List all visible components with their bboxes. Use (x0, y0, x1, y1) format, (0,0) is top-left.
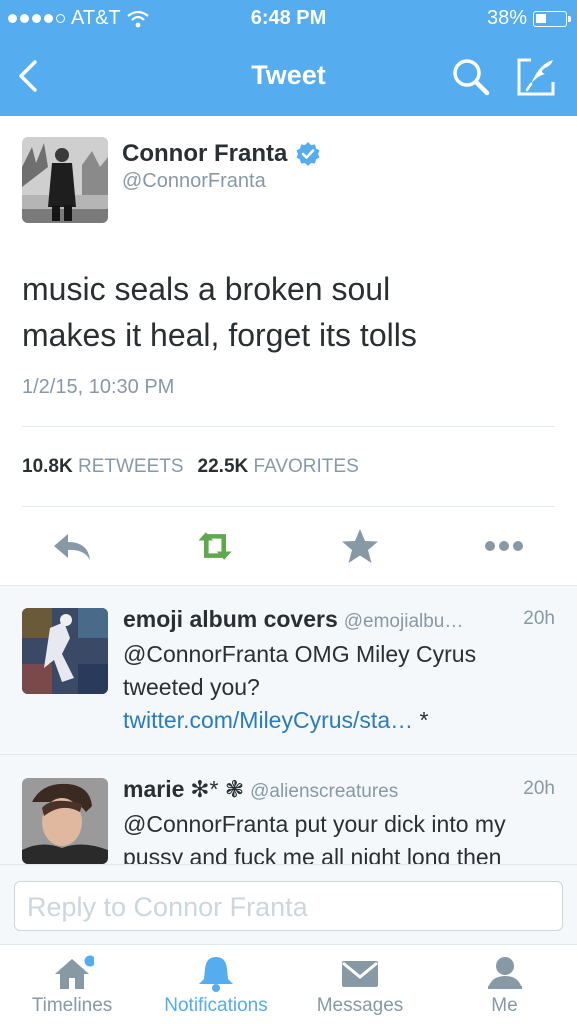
tab-messages[interactable]: Messages (288, 945, 432, 1024)
divider (22, 426, 555, 427)
battery-icon (533, 10, 571, 27)
avatar-photo (22, 778, 108, 864)
reply-text: @ConnorFranta OMG Miley Cyrus tweeted yo… (123, 638, 555, 737)
reply-author-name[interactable]: emoji album covers (123, 606, 338, 632)
more-icon[interactable] (482, 526, 526, 566)
list-item[interactable]: emoji album covers @emojialbu… 20h @Conno… (0, 606, 577, 754)
divider (22, 506, 555, 507)
replies-list: emoji album covers @emojialbu… 20h @Conno… (0, 585, 577, 865)
tab-notifications[interactable]: Notifications (144, 945, 288, 1024)
tab-label: Timelines (31, 995, 113, 1016)
tweet-actions (0, 518, 577, 574)
reply-time: 20h (523, 608, 555, 629)
favorites-stat[interactable]: 22.5K FAVORITES (198, 456, 359, 478)
reply-link[interactable]: twitter.com/MileyCyrus/sta… (123, 707, 413, 733)
tweet-timestamp: 1/2/15, 10:30 PM (22, 376, 175, 398)
search-icon[interactable] (450, 56, 492, 98)
nav-bar: Tweet (0, 44, 577, 108)
envelope-icon (342, 961, 378, 987)
reply-text: @ConnorFranta put your dick into my puss… (123, 811, 506, 865)
verified-badge-icon (296, 142, 320, 166)
reply-icon[interactable] (50, 526, 94, 566)
home-icon (55, 955, 94, 989)
reply-author-handle[interactable]: @emojialbu… (344, 611, 464, 632)
tweet-stats: 10.8K RETWEETS 22.5K FAVORITES (22, 456, 359, 478)
tab-me[interactable]: Me (432, 945, 577, 1024)
tab-label: Notifications (164, 995, 268, 1016)
bell-icon (199, 957, 233, 992)
retweets-stat[interactable]: 10.8K RETWEETS (22, 456, 184, 478)
compose-icon[interactable] (515, 56, 557, 98)
author-name[interactable]: Connor Franta (122, 140, 287, 168)
reply-name-symbols: ✻* ❃ (190, 776, 245, 802)
reply-author-handle[interactable]: @alienscreatures (250, 781, 398, 802)
battery-percent: 38% (486, 7, 527, 29)
avatar-photo (22, 608, 108, 694)
reply-header: marie ✻* ❃ @alienscreatures 20h (123, 776, 555, 803)
reply-header: emoji album covers @emojialbu… 20h (123, 606, 555, 633)
list-item[interactable]: marie ✻* ❃ @alienscreatures 20h @ConnorFr… (0, 776, 577, 865)
reply-text-suffix: * (413, 707, 429, 733)
person-icon (487, 957, 522, 989)
tweet-text: music seals a broken soul makes it heal,… (22, 266, 552, 358)
reply-input[interactable]: Reply to Connor Franta (14, 881, 563, 931)
reply-bar: Reply to Connor Franta (0, 864, 577, 944)
tab-bar: Timelines Notifications Messages Me (0, 944, 577, 1024)
tab-timelines[interactable]: Timelines (0, 945, 144, 1024)
author-name-row[interactable]: Connor Franta (122, 140, 321, 168)
status-right: 38% (486, 7, 571, 30)
avatar[interactable] (22, 608, 108, 694)
tweet-author[interactable]: Connor Franta @ConnorFranta (22, 137, 562, 227)
star-icon[interactable] (338, 526, 382, 566)
reply-time: 20h (523, 778, 555, 799)
tab-label: Me (491, 995, 518, 1016)
reply-text-body: @ConnorFranta OMG Miley Cyrus tweeted yo… (123, 641, 477, 700)
tab-label: Messages (316, 995, 404, 1016)
divider (0, 754, 577, 755)
avatar-photo (22, 137, 108, 223)
tweet-text-line: makes it heal, forget its tolls (22, 317, 417, 353)
tweet-text-line: music seals a broken soul (22, 271, 391, 307)
retweet-icon[interactable] (193, 526, 237, 566)
avatar[interactable] (22, 137, 108, 223)
top-bar: AT&T 6:48 PM 38% Tweet (0, 0, 577, 116)
reply-author-name[interactable]: marie (123, 776, 184, 802)
status-bar: AT&T 6:48 PM 38% (0, 0, 577, 38)
author-handle[interactable]: @ConnorFranta (122, 170, 266, 193)
avatar[interactable] (22, 778, 108, 864)
